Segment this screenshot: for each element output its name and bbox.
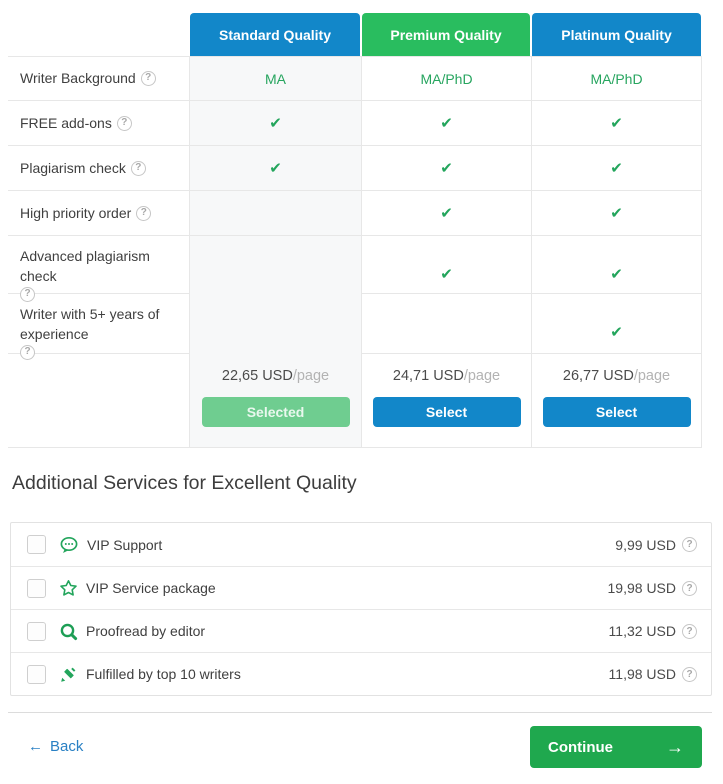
- check-icon: ✔: [610, 160, 623, 177]
- price-premium: 24,71 USD/page: [392, 368, 501, 384]
- check-icon: ✔: [440, 265, 453, 283]
- tab-standard-quality[interactable]: Standard Quality: [190, 13, 360, 56]
- back-link[interactable]: ← Back: [28, 738, 83, 755]
- tab-platinum-quality[interactable]: Platinum Quality: [532, 13, 701, 56]
- select-standard-button[interactable]: Selected: [201, 397, 350, 427]
- feature-value: MA: [265, 70, 286, 87]
- feature-label: Plagiarism check: [20, 159, 126, 176]
- price-unit: /page: [463, 368, 501, 384]
- feature-row-plagiarism-check: Plagiarism check? ✔ ✔ ✔: [8, 145, 702, 190]
- vip-package-checkbox[interactable]: [27, 578, 46, 598]
- feature-label: FREE add-ons: [20, 114, 112, 131]
- check-icon: ✔: [440, 115, 453, 132]
- proofread-checkbox[interactable]: [27, 621, 46, 641]
- price-footer-row: 22,65 USD/page Selected 24,71 USD/page S…: [8, 353, 702, 448]
- check-icon: ✔: [610, 205, 623, 222]
- star-icon: [59, 579, 78, 597]
- help-icon[interactable]: ?: [136, 205, 152, 221]
- service-row-vip-support: VIP Support 9,99 USD ?: [11, 523, 711, 566]
- feature-value: MA/PhD: [420, 70, 473, 87]
- service-price: 9,99 USD: [615, 536, 676, 553]
- feature-row-advanced-plagiarism: Advanced plagiarism check? ✔ ✔: [8, 235, 702, 312]
- service-price: 19,98 USD: [607, 580, 676, 596]
- feature-row-experienced-writer: Writer with 5+ years of experience? ✔: [8, 293, 702, 370]
- price-standard: 22,65 USD/page: [221, 368, 330, 384]
- arrow-right-icon: →: [666, 736, 684, 757]
- help-icon[interactable]: ?: [116, 115, 132, 131]
- additional-services-title: Additional Services for Excellent Qualit…: [12, 472, 357, 494]
- chat-icon: [59, 536, 79, 554]
- service-price: 11,98 USD: [608, 666, 676, 682]
- price-platinum: 26,77 USD/page: [562, 368, 671, 384]
- pencil-icon: [59, 665, 78, 684]
- feature-label: Advanced plagiarism check: [20, 248, 150, 285]
- service-row-vip-package: VIP Service package 19,98 USD ?: [11, 566, 711, 609]
- feature-row-writer-background: Writer Background? MA MA/PhD MA/PhD: [8, 56, 702, 100]
- check-icon: ✔: [440, 205, 453, 222]
- price-unit: /page: [292, 368, 330, 384]
- check-icon: ✔: [440, 160, 453, 177]
- top-writers-checkbox[interactable]: [27, 664, 46, 684]
- platinum-price-cell: 26,77 USD/page Select: [531, 354, 702, 447]
- order-quality-step: Standard Quality Premium Quality Platinu…: [0, 0, 723, 784]
- header-spacer: [8, 13, 189, 56]
- service-row-proofread: Proofread by editor 11,32 USD ?: [11, 609, 711, 652]
- feature-value: MA/PhD: [590, 70, 643, 87]
- help-icon[interactable]: ?: [682, 580, 697, 596]
- vip-support-checkbox[interactable]: [27, 535, 46, 554]
- service-label: Proofread by editor: [86, 623, 206, 639]
- standard-price-cell: 22,65 USD/page Selected: [189, 354, 361, 447]
- back-label: Back: [50, 738, 84, 755]
- check-icon: ✔: [610, 115, 623, 132]
- service-price: 11,32 USD: [608, 623, 676, 639]
- feature-row-high-priority: High priority order? ✔ ✔: [8, 190, 702, 235]
- premium-price-cell: 24,71 USD/page Select: [361, 354, 531, 447]
- check-icon: ✔: [610, 323, 623, 341]
- check-icon: ✔: [269, 115, 282, 132]
- help-icon[interactable]: ?: [682, 537, 697, 552]
- check-icon: ✔: [610, 265, 623, 283]
- magnifier-icon: [59, 622, 78, 641]
- additional-services-list: VIP Support 9,99 USD ? VIP Service packa…: [10, 522, 712, 696]
- feature-row-free-addons: FREE add-ons? ✔ ✔ ✔: [8, 100, 702, 145]
- help-icon[interactable]: ?: [130, 160, 146, 176]
- check-icon: ✔: [269, 160, 282, 177]
- help-icon[interactable]: ?: [682, 623, 697, 639]
- service-row-top-writers: Fulfilled by top 10 writers 11,98 USD ?: [11, 652, 711, 695]
- back-arrow-icon: ←: [28, 738, 43, 755]
- tab-premium-quality[interactable]: Premium Quality: [362, 13, 530, 56]
- feature-label: Writer Background: [20, 70, 136, 87]
- service-label: VIP Support: [87, 536, 163, 553]
- continue-label: Continue: [548, 738, 613, 756]
- table-header-row: Standard Quality Premium Quality Platinu…: [8, 13, 702, 56]
- feature-label: Writer with 5+ years of experience: [20, 306, 160, 343]
- help-icon[interactable]: ?: [140, 71, 156, 86]
- footer-spacer: [8, 354, 189, 447]
- select-premium-button[interactable]: Select: [372, 397, 521, 427]
- quality-pricing-table: Standard Quality Premium Quality Platinu…: [8, 13, 702, 448]
- price-unit: /page: [633, 368, 671, 384]
- continue-button[interactable]: Continue →: [530, 726, 702, 768]
- feature-label: High priority order: [20, 204, 132, 221]
- help-icon[interactable]: ?: [682, 666, 697, 682]
- select-platinum-button[interactable]: Select: [542, 397, 691, 427]
- service-label: Fulfilled by top 10 writers: [86, 666, 241, 682]
- service-label: VIP Service package: [86, 580, 216, 596]
- footer-divider: [8, 712, 712, 713]
